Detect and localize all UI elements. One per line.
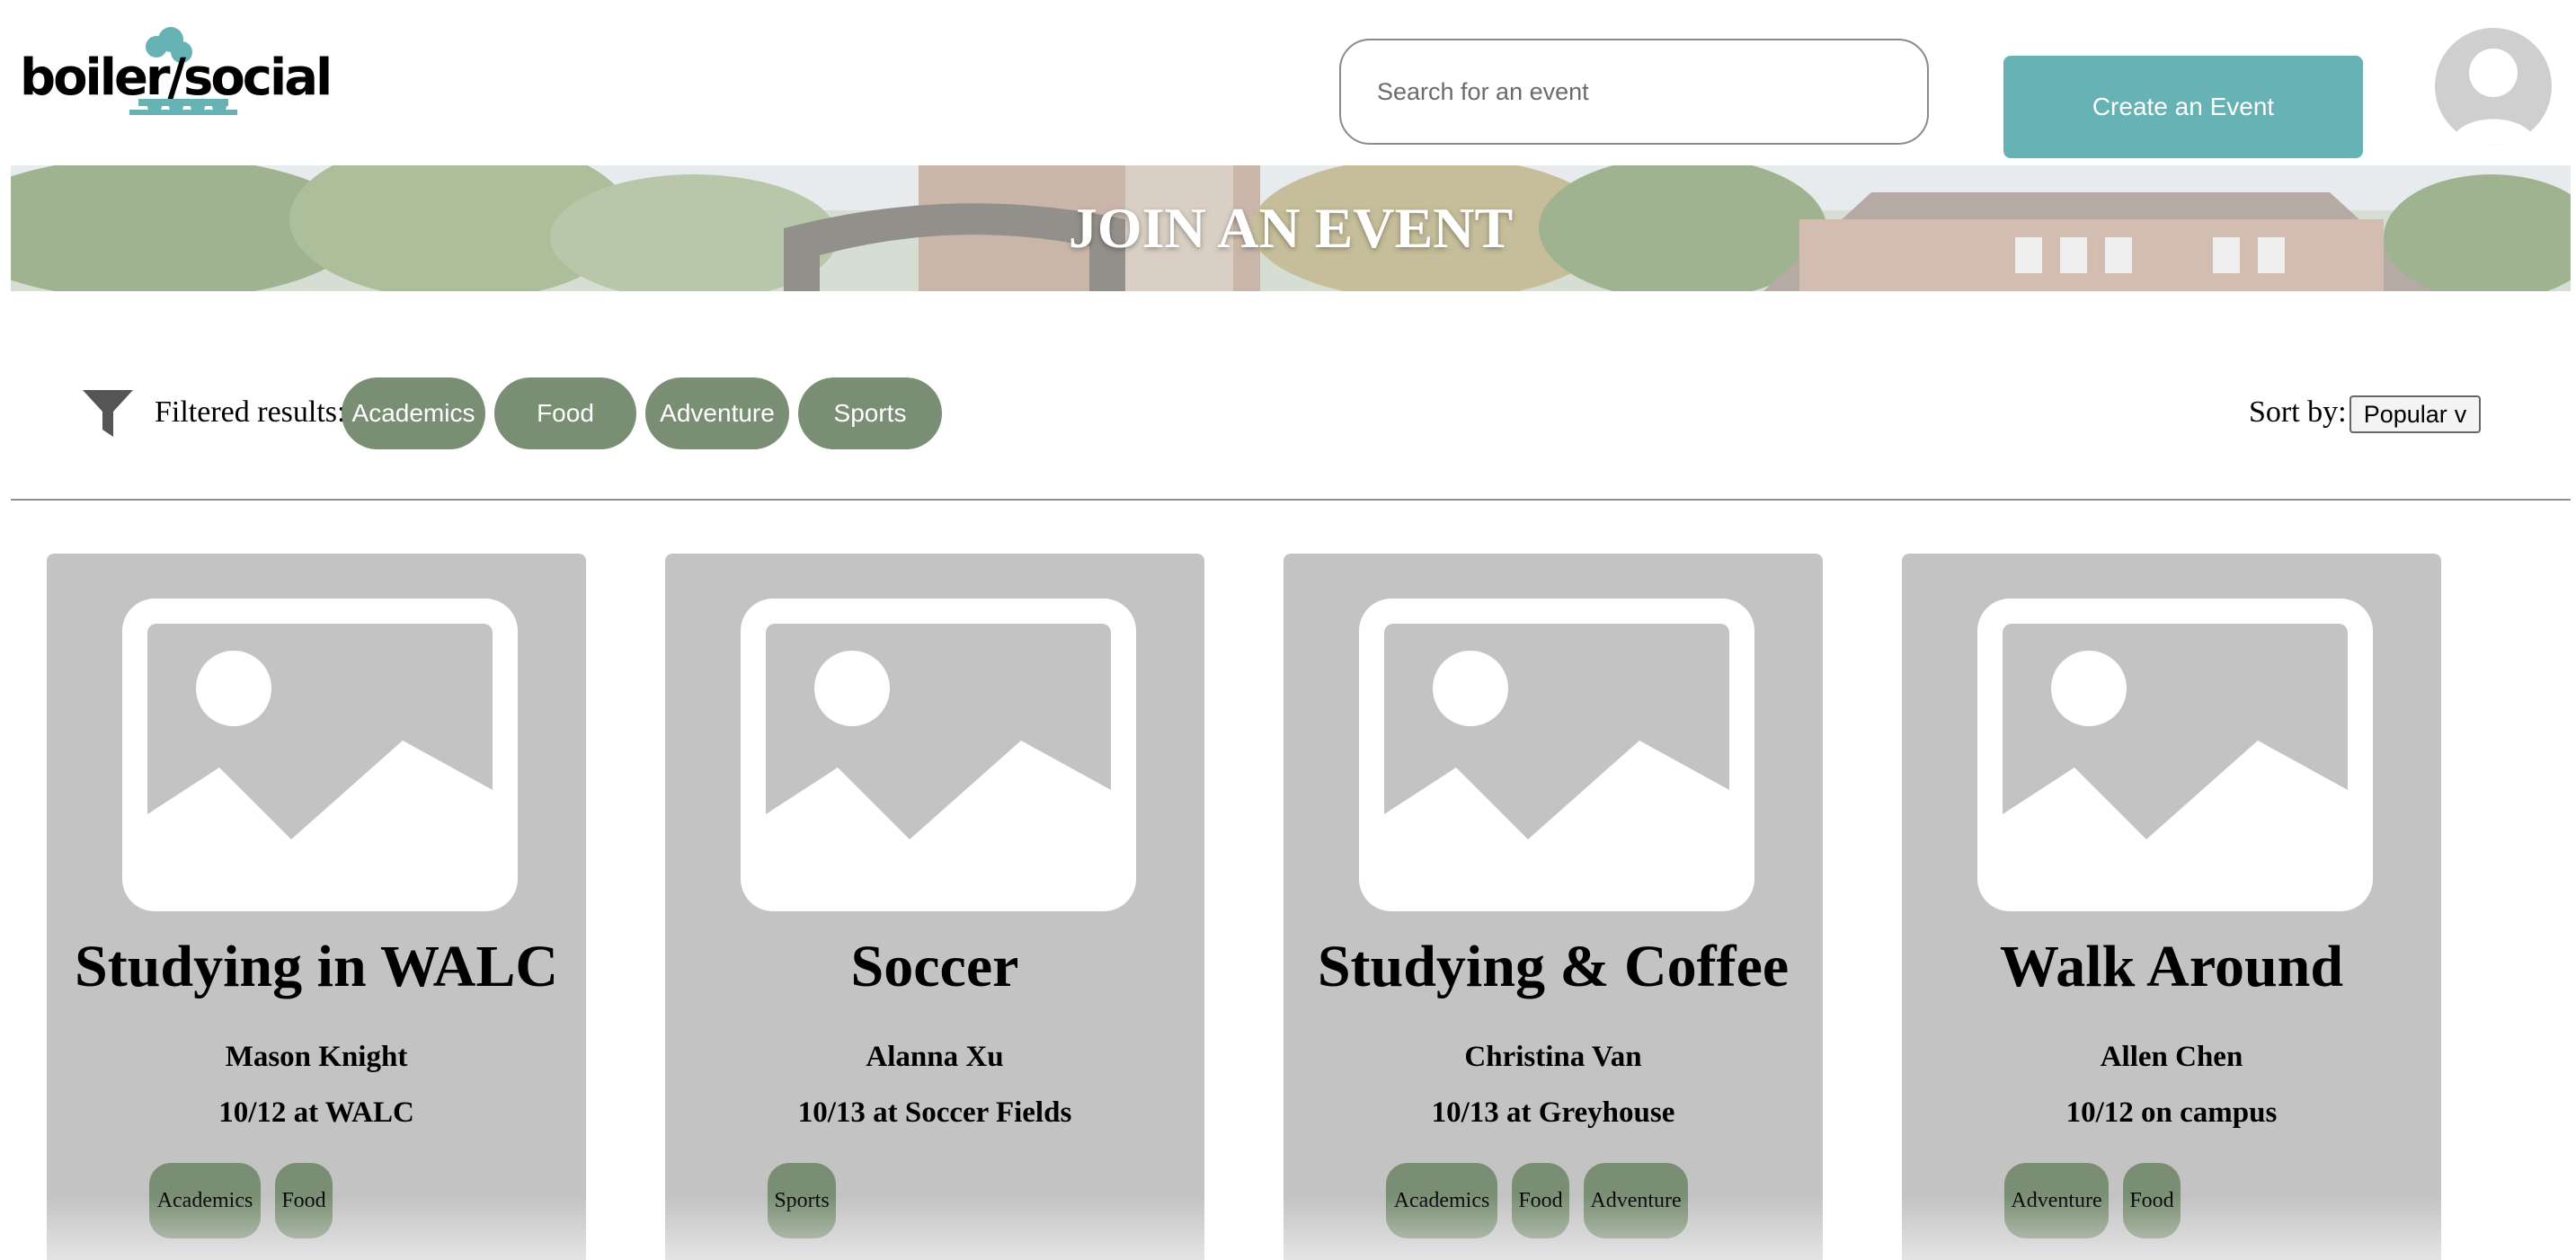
create-event-button[interactable]: Create an Event xyxy=(2003,56,2363,158)
filter-icon[interactable] xyxy=(83,390,133,437)
sort-dropdown[interactable]: Popular v xyxy=(2349,395,2481,433)
event-tag[interactable]: Food xyxy=(1512,1163,1569,1238)
event-card[interactable]: Studying in WALC Mason Knight 10/12 at W… xyxy=(47,554,586,1260)
filter-chips: Academics Food Adventure Sports xyxy=(342,377,942,449)
banner-title: JOIN AN EVENT xyxy=(1068,196,1514,260)
event-date-location: 10/12 at WALC xyxy=(218,1096,414,1129)
event-tags: Sports xyxy=(768,1163,836,1238)
search-input[interactable] xyxy=(1339,39,1929,145)
filter-chip-adventure[interactable]: Adventure xyxy=(645,377,789,449)
event-card[interactable]: Walk Around Allen Chen 10/12 on campus A… xyxy=(1902,554,2441,1260)
event-title: Soccer xyxy=(850,934,1019,999)
filter-bar: Filtered results: Academics Food Adventu… xyxy=(0,376,2576,451)
event-date-location: 10/12 on campus xyxy=(2065,1096,2278,1129)
event-title: Studying in WALC xyxy=(74,934,559,999)
event-host: Christina Van xyxy=(1464,1041,1642,1073)
event-card[interactable]: Studying & Coffee Christina Van 10/13 at… xyxy=(1284,554,1823,1260)
image-placeholder-icon xyxy=(741,599,1136,911)
event-date-location: 10/13 at Soccer Fields xyxy=(797,1096,1072,1129)
event-tag[interactable]: Adventure xyxy=(2004,1163,2109,1238)
event-title: Walk Around xyxy=(1999,934,2344,999)
sort-selected-value: Popular xyxy=(2363,400,2447,428)
filter-chip-sports[interactable]: Sports xyxy=(798,377,942,449)
event-tag[interactable]: Food xyxy=(2123,1163,2181,1238)
event-card[interactable]: Soccer Alanna Xu 10/13 at Soccer Fields … xyxy=(665,554,1204,1260)
event-tags: Academics Food xyxy=(149,1163,333,1238)
boiler-social-logo[interactable]: boiler/social xyxy=(20,23,333,122)
event-host: Alanna Xu xyxy=(866,1041,1004,1073)
user-avatar-icon[interactable] xyxy=(2435,28,2552,145)
event-tag[interactable]: Academics xyxy=(149,1163,261,1238)
image-placeholder-icon xyxy=(122,599,518,911)
filter-chip-food[interactable]: Food xyxy=(494,377,636,449)
event-tag[interactable]: Sports xyxy=(768,1163,836,1238)
event-tag[interactable]: Adventure xyxy=(1584,1163,1688,1238)
event-host: Allen Chen xyxy=(2100,1041,2243,1073)
image-placeholder-icon xyxy=(1359,599,1754,911)
event-tags: Academics Food Adventure xyxy=(1386,1163,1688,1238)
filter-label: Filtered results: xyxy=(155,395,346,429)
image-placeholder-icon xyxy=(1977,599,2373,911)
event-date-location: 10/13 at Greyhouse xyxy=(1431,1096,1675,1129)
section-divider xyxy=(11,499,2571,501)
sort-label: Sort by: xyxy=(2249,395,2347,429)
event-tag[interactable]: Food xyxy=(275,1163,333,1238)
filter-chip-academics[interactable]: Academics xyxy=(342,377,485,449)
top-header: boiler/social Create an Event xyxy=(0,0,2576,165)
event-tags: Adventure Food xyxy=(2004,1163,2181,1238)
event-host: Mason Knight xyxy=(225,1041,408,1073)
hero-banner: JOIN AN EVENT xyxy=(11,165,2571,291)
event-tag[interactable]: Academics xyxy=(1386,1163,1497,1238)
event-title: Studying & Coffee xyxy=(1317,934,1790,999)
chevron-down-icon: v xyxy=(2454,400,2467,428)
logo-text: boiler/social xyxy=(20,49,333,107)
